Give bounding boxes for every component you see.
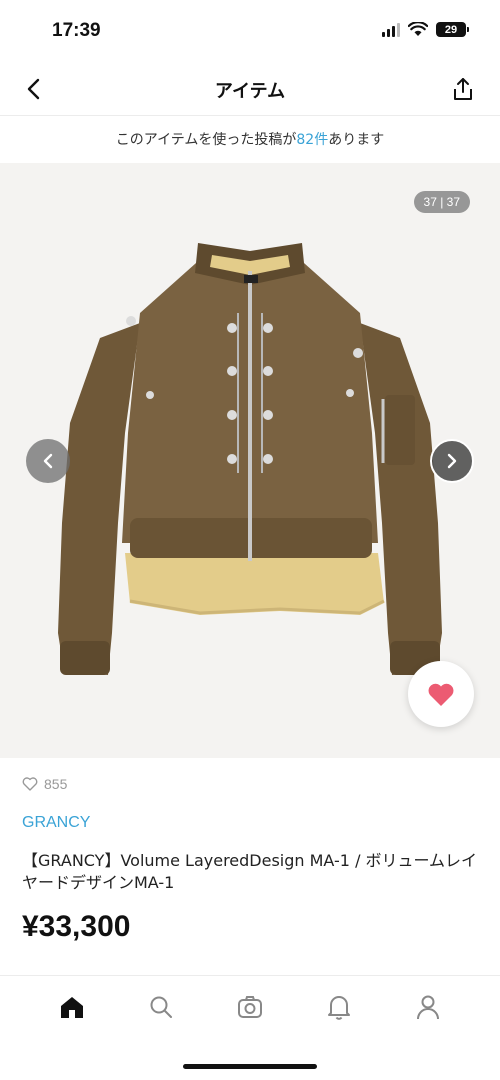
camera-icon [237,995,262,1018]
heart-outline-icon [22,777,38,791]
status-bar: 17:39 29 [0,0,500,62]
posts-count: 82件 [296,132,329,148]
battery-icon: 29 [436,22,469,37]
like-button[interactable] [408,661,474,727]
brand-link[interactable]: GRANCY [22,814,90,832]
nav-header: アイテム [0,62,500,116]
like-count: 855 [22,776,67,792]
search-icon [150,996,173,1018]
bottom-tab-bar [0,975,500,1037]
home-indicator [183,1064,317,1069]
tab-home[interactable] [52,987,92,1027]
share-icon [454,78,472,100]
user-icon [416,995,439,1019]
tab-post[interactable] [230,987,270,1027]
status-time: 17:39 [52,20,101,41]
signal-icon [382,22,400,37]
chevron-right-icon [447,453,457,469]
posts-notice-link[interactable]: このアイテムを使った投稿が82件あります [0,117,500,163]
tab-profile[interactable] [408,987,448,1027]
product-price: ¥33,300 [22,910,131,943]
heart-icon [428,683,454,706]
previous-image-button[interactable] [26,439,70,483]
share-button[interactable] [448,74,478,104]
next-image-button[interactable] [430,439,474,483]
bell-icon [327,995,350,1020]
wifi-icon [408,22,428,36]
image-counter: 37 | 37 [413,191,470,213]
product-name: 【GRANCY】Volume LayeredDesign MA-1 / ボリュー… [22,851,478,892]
notice-prefix: このアイテムを使った投稿が [115,132,297,148]
status-icons: 29 [382,22,469,37]
chevron-left-icon [43,453,53,469]
like-count-value: 855 [44,776,68,792]
notice-suffix: あります [328,132,385,148]
tab-notifications[interactable] [319,987,359,1027]
tab-search[interactable] [141,987,181,1027]
page-title: アイテム [214,81,286,102]
product-image-gallery[interactable]: 37 | 37 [0,163,500,758]
home-icon [61,996,84,1018]
